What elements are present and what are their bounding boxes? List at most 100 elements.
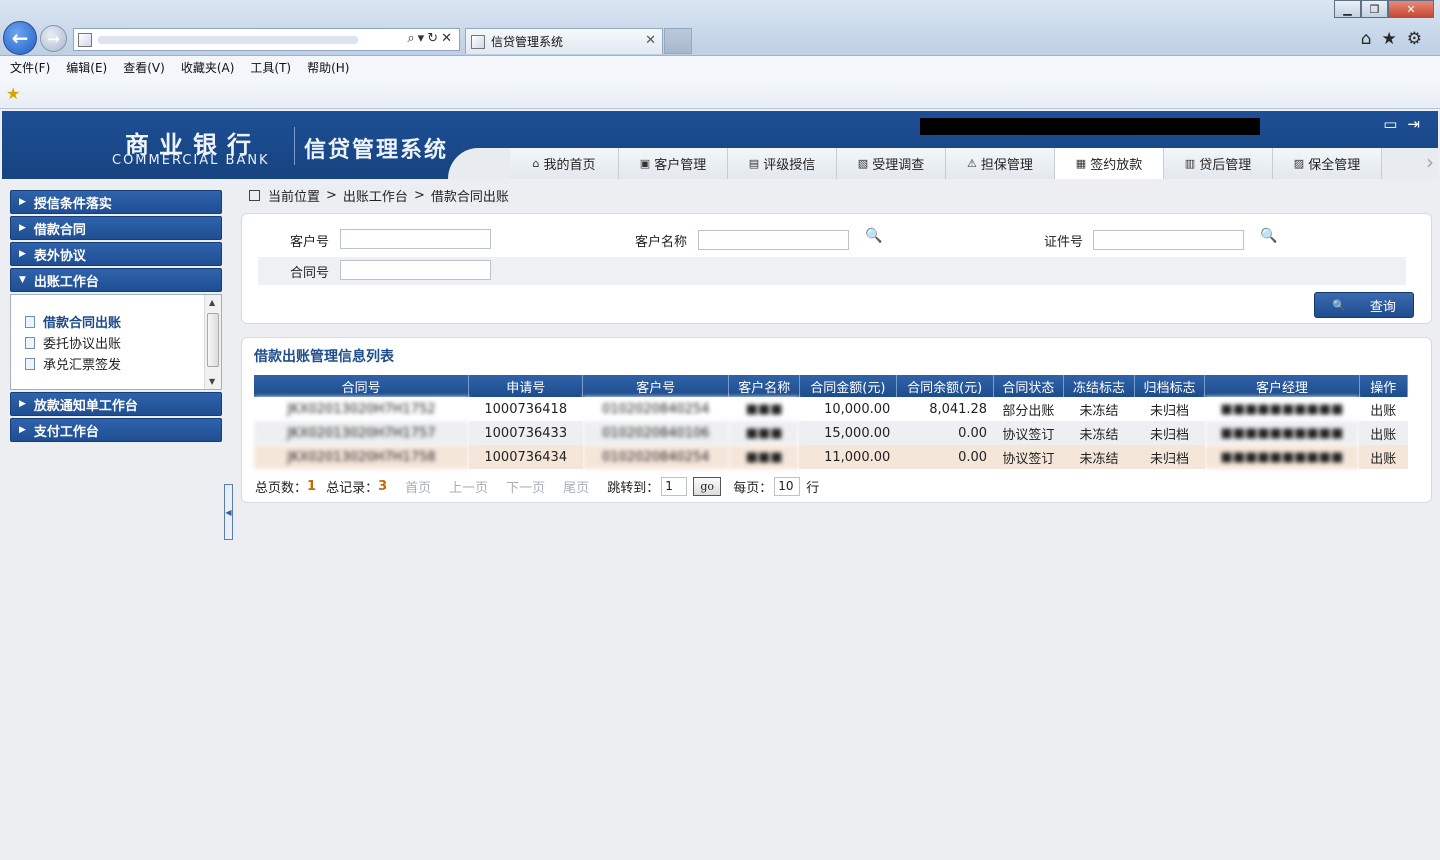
topnav-rating[interactable]: ▤ 评级授信 (728, 148, 837, 179)
menu-edit[interactable]: 编辑(E) (66, 59, 107, 76)
sidebar-group-credit-conditions[interactable]: ▶ 授信条件落实 (10, 190, 222, 214)
sidebar-group-disbursement[interactable]: ▼ 出账工作台 (10, 268, 222, 292)
cell-archive: 未归档 (1134, 397, 1205, 421)
cell-manager: ■■■■■■■■■■ (1204, 421, 1360, 445)
close-icon[interactable]: ✕ (1388, 0, 1434, 18)
sidebar-group-loan-contract[interactable]: ▶ 借款合同 (10, 216, 222, 240)
col-header[interactable]: 客户名称 (728, 375, 800, 397)
cell-customer-name: ■■■ (728, 397, 800, 421)
col-header[interactable]: 合同余额(元) (896, 375, 994, 397)
table-row[interactable]: JKX02013020H7H1757 1000736433 0102020840… (254, 421, 1408, 445)
back-icon[interactable]: ← (3, 21, 37, 55)
sidebar-group-label: 支付工作台 (33, 424, 99, 440)
desktop-logout-icons[interactable]: ▭⇥ (1383, 115, 1430, 133)
col-header[interactable]: 归档标志 (1134, 375, 1206, 397)
topnav-survey[interactable]: ▧ 受理调查 (837, 148, 946, 179)
chevron-right-icon[interactable]: › (1426, 150, 1434, 174)
table-row[interactable]: JKX02013020H7H1752 1000736418 0102020840… (254, 397, 1408, 421)
minimize-icon[interactable]: ▁ (1334, 0, 1361, 18)
menu-file[interactable]: 文件(F) (10, 59, 50, 76)
sidebar-item-loan-contract-disbursement[interactable]: 借款合同出账 (11, 311, 221, 332)
sidebar-scrollbar[interactable]: ▲ ▼ (204, 295, 221, 389)
total-pages-label: 总页数： (255, 481, 308, 496)
signing-icon: ▦ (1075, 157, 1087, 170)
last-page-link[interactable]: 尾页 (563, 477, 589, 496)
sidebar-group-offbalance[interactable]: ▶ 表外协议 (10, 242, 222, 266)
sidebar-group-notice[interactable]: ▶ 放款通知单工作台 (10, 392, 222, 416)
breadcrumb-separator: > (413, 188, 425, 203)
topnav-signing[interactable]: ▦ 签约放款 (1055, 148, 1164, 179)
address-bar[interactable]: ⌕▾↻✕ (73, 28, 460, 51)
browser-tab[interactable]: 信贷管理系统 ✕ (465, 28, 663, 54)
sidebar-group-label: 表外协议 (33, 248, 86, 264)
sidebar-item-entrusted-disbursement[interactable]: 委托协议出账 (11, 332, 221, 353)
scroll-up-icon[interactable]: ▲ (209, 298, 215, 307)
disburse-link[interactable]: 出账 (1359, 445, 1408, 469)
col-header[interactable]: 合同状态 (993, 375, 1065, 397)
cell-archive: 未归档 (1134, 445, 1205, 469)
cell-app-no: 1000736433 (468, 421, 583, 445)
topnav-postloan[interactable]: ▥ 贷后管理 (1164, 148, 1273, 179)
breadcrumb-item[interactable]: 出账工作台 (343, 186, 408, 205)
per-page-input[interactable]: 10 (774, 477, 801, 496)
jump-page-input[interactable]: 1 (661, 477, 688, 496)
home-favorites-tools-icons[interactable]: ⌂★⚙ (1361, 29, 1432, 49)
col-header[interactable]: 客户号 (582, 375, 730, 397)
sidebar-collapse-handle[interactable]: ◀ (224, 484, 233, 540)
total-pages-value: 1 (307, 479, 317, 494)
breadcrumb-separator: > (326, 188, 337, 203)
breadcrumb-prefix: 当前位置 (268, 190, 321, 205)
disburse-link[interactable]: 出账 (1359, 397, 1408, 421)
cell-contract-no: JKX02013020H7H1757 (254, 421, 469, 445)
col-header[interactable]: 合同金额(元) (799, 375, 897, 397)
contract-no-label: 合同号 (290, 266, 330, 281)
total-records-label: 总记录： (326, 481, 379, 496)
go-button[interactable]: go (693, 477, 722, 496)
next-page-link[interactable]: 下一页 (506, 477, 545, 496)
contract-no-input[interactable] (340, 260, 491, 280)
topnav-home[interactable]: ⌂ 我的首页 (510, 148, 619, 179)
restore-icon[interactable]: ❐ (1361, 0, 1388, 18)
scrollbar-thumb[interactable] (207, 313, 219, 367)
topnav-guarantee[interactable]: ⚠ 担保管理 (946, 148, 1055, 179)
menu-help[interactable]: 帮助(H) (307, 59, 349, 76)
brand-divider (294, 127, 295, 165)
query-button[interactable]: 🔍 查询 (1314, 292, 1414, 318)
table-row[interactable]: JKX02013020H7H1758 1000736434 0102020840… (254, 445, 1408, 469)
new-tab-button[interactable] (664, 28, 692, 54)
disburse-link[interactable]: 出账 (1359, 421, 1408, 445)
topnav-customer[interactable]: ▣ 客户管理 (619, 148, 728, 179)
sidebar-item-label: 委托协议出账 (43, 337, 122, 352)
favorites-bar: ★ (0, 79, 1440, 109)
col-header[interactable]: 客户经理 (1204, 375, 1360, 397)
col-header[interactable]: 冻结标志 (1063, 375, 1135, 397)
customer-icon: ▣ (639, 157, 651, 170)
table-header-row: 合同号 申请号 客户号 客户名称 合同金额(元) 合同余额(元) 合同状态 冻结… (254, 375, 1409, 397)
menu-favorites[interactable]: 收藏夹(A) (181, 59, 235, 76)
first-page-link[interactable]: 首页 (405, 477, 431, 496)
prev-page-link[interactable]: 上一页 (449, 477, 488, 496)
scroll-down-icon[interactable]: ▼ (209, 377, 215, 386)
search-icon[interactable]: 🔍 (865, 228, 882, 244)
customer-name-input[interactable] (698, 230, 849, 250)
col-header[interactable]: 合同号 (254, 375, 470, 397)
tab-close-icon[interactable]: ✕ (645, 33, 656, 48)
brand-english: COMMERCIAL BANK (112, 153, 270, 168)
col-header[interactable]: 操作 (1359, 375, 1409, 397)
sidebar-group-label: 出账工作台 (33, 274, 99, 290)
search-icon[interactable]: 🔍 (1260, 228, 1277, 244)
col-header[interactable]: 申请号 (468, 375, 584, 397)
topnav-preservation[interactable]: ▨ 保全管理 (1273, 148, 1382, 179)
customer-no-input[interactable] (340, 229, 491, 249)
forward-icon[interactable]: → (40, 25, 67, 52)
sidebar-group-payment[interactable]: ▶ 支付工作台 (10, 418, 222, 442)
address-actions-icon[interactable]: ⌕▾↻✕ (407, 31, 455, 46)
sidebar-item-acceptance-bill[interactable]: 承兑汇票签发 (11, 353, 221, 374)
menu-tools[interactable]: 工具(T) (250, 59, 291, 76)
survey-icon: ▧ (857, 157, 869, 170)
postloan-icon: ▥ (1184, 157, 1196, 170)
id-no-input[interactable] (1093, 230, 1244, 250)
add-favorite-star-icon[interactable]: ★ (6, 84, 20, 103)
search-icon: 🔍 (1332, 298, 1346, 312)
menu-view[interactable]: 查看(V) (123, 59, 165, 76)
